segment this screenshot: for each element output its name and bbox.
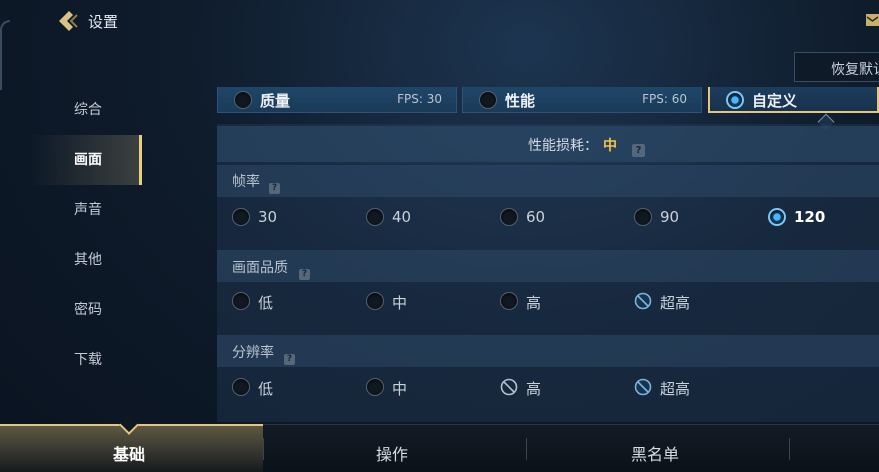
tab-controls[interactable]: 操作 [376,441,408,465]
performance-value: 中 [603,138,617,154]
mode-card-quality[interactable]: 质量 FPS: 30 [217,87,457,113]
sidebar-item-download[interactable]: 下载 [30,335,142,385]
radio-selected-icon [768,208,786,226]
radio-icon [366,378,384,396]
sidebar-item-other[interactable]: 其他 [30,235,142,285]
option-fps-40[interactable]: 40 [366,208,411,226]
sidebar-item-general[interactable]: 综合 [30,85,142,135]
option-fps-120[interactable]: 120 [768,208,825,226]
radio-icon [500,292,518,310]
disabled-circle-blue-icon [634,378,652,396]
help-icon[interactable]: ? [299,261,310,280]
section-quality-header [217,250,879,282]
radio-icon [366,292,384,310]
help-icon[interactable]: ? [284,346,295,365]
option-resolution-low[interactable]: 低 [232,378,273,398]
tab-divider [789,438,790,460]
radio-selected-icon [726,91,744,109]
radio-icon [366,208,384,226]
radio-icon [234,91,252,109]
tab-divider [263,438,264,460]
option-resolution-ultra[interactable]: 超高 [634,378,690,398]
section-title: 帧率 [232,174,260,190]
tab-basic[interactable]: 基础 [113,441,145,465]
section-title: 分辨率 [232,345,274,361]
mode-label: 性能 [505,92,536,110]
option-fps-90[interactable]: 90 [634,208,679,226]
option-quality-ultra[interactable]: 超高 [634,292,690,312]
option-fps-30[interactable]: 30 [232,208,277,226]
radio-icon [232,292,250,310]
section-resolution-header [217,335,879,367]
mode-fps: FPS: 60 [642,92,687,106]
option-resolution-mid[interactable]: 中 [366,378,407,398]
mode-card-custom[interactable]: 自定义 [708,87,879,113]
performance-label: 性能损耗： [528,138,598,154]
option-quality-low[interactable]: 低 [232,292,273,312]
back-chevron-icon [59,11,78,31]
back-button[interactable] [55,9,81,33]
option-resolution-high[interactable]: 高 [500,378,541,398]
tab-blacklist[interactable]: 黑名单 [631,441,679,465]
mode-card-performance[interactable]: 性能 FPS: 60 [462,87,702,113]
radio-icon [232,208,250,226]
radio-icon [634,208,652,226]
disabled-circle-blue-icon [634,292,652,310]
mode-fps: FPS: 30 [397,92,442,106]
page-title: 设置 [88,13,119,31]
sidebar-item-graphics[interactable]: 画面 [30,135,142,185]
help-icon[interactable]: ? [269,175,280,194]
mode-label: 质量 [260,92,291,110]
radio-icon [479,91,497,109]
mail-icon[interactable] [865,12,879,28]
frame-decoration [0,20,10,90]
option-quality-mid[interactable]: 中 [366,292,407,312]
sidebar-item-sound[interactable]: 声音 [30,185,142,235]
option-fps-60[interactable]: 60 [500,208,545,226]
disabled-circle-icon [500,378,518,396]
tab-divider [526,438,527,460]
help-icon[interactable]: ? [632,138,645,157]
mode-label: 自定义 [752,92,798,110]
restore-default-button[interactable]: 恢复默认 [794,52,879,82]
radio-icon [232,378,250,396]
settings-sidebar: 综合 画面 声音 其他 密码 下载 [30,85,142,385]
radio-icon [500,208,518,226]
section-frame-rate-header [217,165,879,197]
section-title: 画面品质 [232,260,288,276]
option-quality-high[interactable]: 高 [500,292,541,312]
sidebar-item-password[interactable]: 密码 [30,285,142,335]
